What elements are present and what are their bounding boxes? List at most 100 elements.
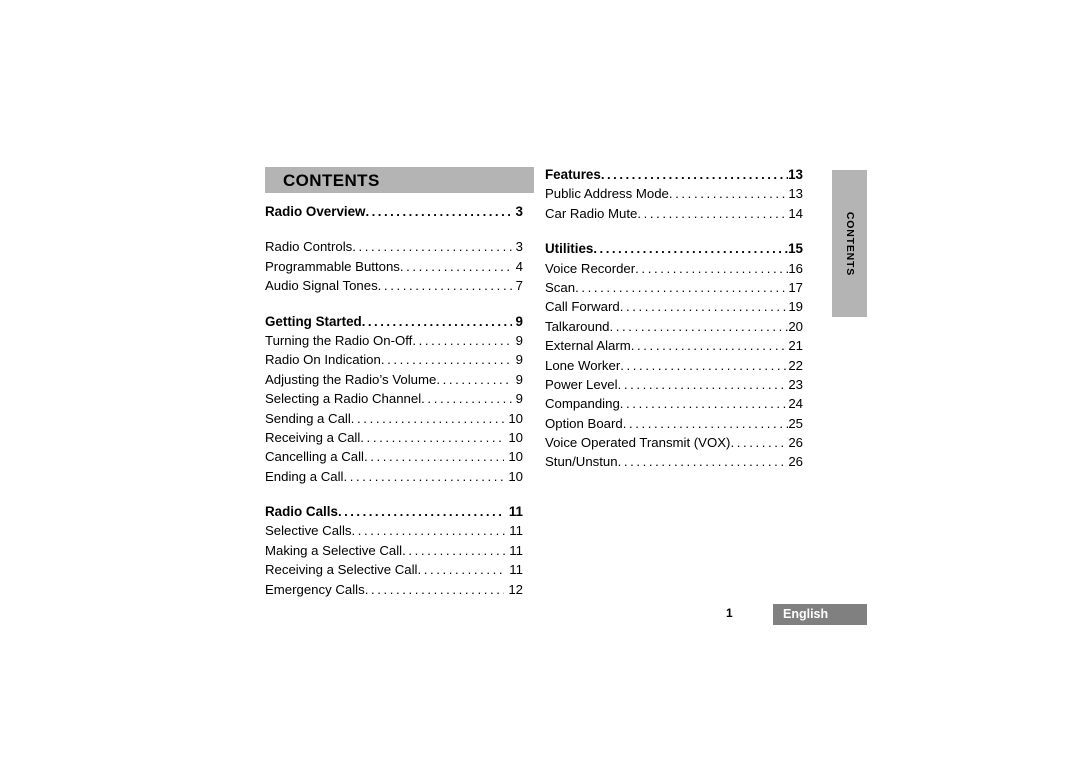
toc-column-right: Features................................… [545, 165, 803, 472]
toc-section-row[interactable]: Radio Calls.............................… [265, 502, 523, 521]
toc-entry-page-number: 9 [515, 371, 523, 387]
page-title: CONTENTS [283, 171, 380, 190]
toc-entry-row[interactable]: Receiving a Selective Call..............… [265, 560, 523, 579]
toc-leader-dots: ........................................… [600, 167, 788, 182]
toc-leader-dots: ........................................… [350, 410, 505, 426]
toc-leader-dots: ........................................… [617, 376, 789, 392]
toc-entry-label: Option Board [545, 415, 623, 431]
toc-entry-row[interactable]: Adjusting the Radio’s Volume............… [265, 370, 523, 389]
footer-language-badge: English [773, 604, 867, 625]
toc-entry-row[interactable]: Voice Operated Transmit (VOX)...........… [545, 433, 803, 452]
toc-leader-dots: ........................................… [363, 449, 504, 465]
toc-entry-row[interactable]: Scan....................................… [545, 278, 803, 297]
toc-entry-label: External Alarm [545, 338, 631, 354]
toc-leader-dots: ........................................… [337, 504, 505, 520]
toc-entry-page-number: 7 [515, 278, 523, 294]
toc-leader-dots: ........................................… [399, 258, 512, 274]
toc-leader-dots: ........................................… [619, 299, 789, 315]
toc-entry-page-number: 20 [788, 318, 803, 334]
toc-entry-row[interactable]: Radio On Indication.....................… [265, 350, 523, 369]
toc-entry-row[interactable]: Companding..............................… [545, 394, 803, 413]
toc-section-row[interactable]: Getting Started.........................… [265, 312, 523, 331]
toc-entry-page-number: 10 [508, 449, 523, 465]
toc-section-row[interactable]: Features................................… [545, 165, 803, 184]
toc-entry-label: Programmable Buttons [265, 258, 400, 274]
toc-leader-dots: ........................................… [361, 313, 512, 329]
toc-entry-page-number: 25 [788, 415, 803, 431]
toc-entry-row[interactable]: Call Forward............................… [545, 297, 803, 316]
toc-entry-label: Lone Worker [545, 357, 621, 373]
toc-entry-row[interactable]: Car Radio Mute..........................… [545, 204, 803, 223]
toc-entry-page-number: 9 [515, 391, 523, 407]
toc-entry-page-number: 10 [508, 468, 523, 484]
toc-entry-label: Cancelling a Call [265, 449, 364, 465]
toc-section-row[interactable]: Radio Overview..........................… [265, 202, 523, 221]
toc-entry-row[interactable]: Voice Recorder..........................… [545, 259, 803, 278]
toc-entry-page-number: 19 [788, 299, 803, 315]
toc-entry-label: Radio On Indication [265, 352, 381, 368]
contents-header-bar: CONTENTS [265, 167, 534, 193]
toc-entry-label: Voice Operated Transmit (VOX) [545, 435, 731, 451]
toc-entry-page-number: 13 [788, 167, 803, 182]
toc-leader-dots: ........................................… [575, 279, 789, 295]
toc-entry-page-number: 24 [788, 396, 803, 412]
toc-entry-label: Getting Started [265, 313, 362, 329]
toc-leader-dots: ........................................… [377, 278, 512, 294]
toc-section-row[interactable]: Utilities...............................… [545, 239, 803, 258]
toc-entry-label: Radio Calls [265, 504, 338, 520]
toc-entry-row[interactable]: Receiving a Call........................… [265, 428, 523, 447]
toc-entry-row[interactable]: Lone Worker.............................… [545, 356, 803, 375]
toc-entry-label: Sending a Call [265, 410, 351, 426]
toc-entry-row[interactable]: Making a Selective Call.................… [265, 541, 523, 560]
toc-entry-page-number: 3 [515, 204, 523, 219]
toc-entry-page-number: 4 [515, 258, 523, 274]
toc-leader-dots: ........................................… [364, 581, 505, 597]
toc-entry-row[interactable]: Programmable Buttons....................… [265, 257, 523, 276]
toc-entry-page-number: 10 [508, 429, 523, 445]
toc-entry-row[interactable]: Audio Signal Tones......................… [265, 276, 523, 295]
toc-entry-row[interactable]: Talkaround..............................… [545, 317, 803, 336]
toc-leader-dots: ........................................… [609, 318, 789, 334]
section-side-tab: CONTENTS [832, 170, 867, 317]
toc-entry-row[interactable]: Option Board............................… [545, 414, 803, 433]
toc-entry-label: Radio Overview [265, 204, 366, 219]
toc-entry-page-number: 11 [508, 504, 523, 520]
toc-entry-label: Stun/Unstun [545, 454, 618, 470]
toc-entry-page-number: 12 [508, 581, 523, 597]
footer-page-number: 1 [726, 606, 733, 620]
toc-leader-dots: ........................................… [402, 542, 505, 558]
toc-leader-dots: ........................................… [630, 338, 789, 354]
toc-entry-page-number: 10 [508, 410, 523, 426]
toc-entry-page-number: 26 [788, 454, 803, 470]
toc-entry-page-number: 11 [509, 542, 523, 558]
footer-language-label: English [783, 607, 829, 621]
toc-entry-row[interactable]: Cancelling a Call.......................… [265, 447, 523, 466]
toc-leader-dots: ........................................… [619, 396, 789, 412]
toc-entry-row[interactable]: Emergency Calls.........................… [265, 580, 523, 599]
toc-group-spacer [265, 221, 523, 237]
toc-entry-row[interactable]: Sending a Call..........................… [265, 409, 523, 428]
document-page: CONTENTS Radio Overview.................… [0, 0, 1080, 763]
toc-entry-row[interactable]: Public Address Mode.....................… [545, 184, 803, 203]
toc-entry-page-number: 22 [788, 357, 803, 373]
toc-entry-row[interactable]: Selecting a Radio Channel...............… [265, 389, 523, 408]
toc-group-spacer [545, 223, 803, 239]
toc-entry-page-number: 9 [515, 313, 523, 329]
toc-entry-label: Audio Signal Tones [265, 278, 378, 294]
toc-entry-row[interactable]: Power Level.............................… [545, 375, 803, 394]
toc-entry-row[interactable]: External Alarm..........................… [545, 336, 803, 355]
toc-group-spacer [265, 296, 523, 312]
toc-entry-label: Selecting a Radio Channel [265, 391, 422, 407]
toc-entry-page-number: 9 [515, 332, 523, 348]
toc-entry-label: Power Level [545, 376, 618, 392]
toc-entry-row[interactable]: Turning the Radio On-Off................… [265, 331, 523, 350]
toc-entry-label: Utilities [545, 241, 594, 257]
toc-entry-row[interactable]: Stun/Unstun.............................… [545, 452, 803, 471]
toc-entry-row[interactable]: Radio Controls..........................… [265, 237, 523, 256]
toc-entry-row[interactable]: Selective Calls.........................… [265, 521, 523, 540]
toc-entry-label: Receiving a Call [265, 429, 361, 445]
toc-entry-row[interactable]: Ending a Call...........................… [265, 467, 523, 486]
toc-entry-page-number: 15 [788, 241, 803, 257]
toc-entry-page-number: 11 [509, 562, 523, 578]
toc-entry-page-number: 11 [509, 523, 523, 539]
